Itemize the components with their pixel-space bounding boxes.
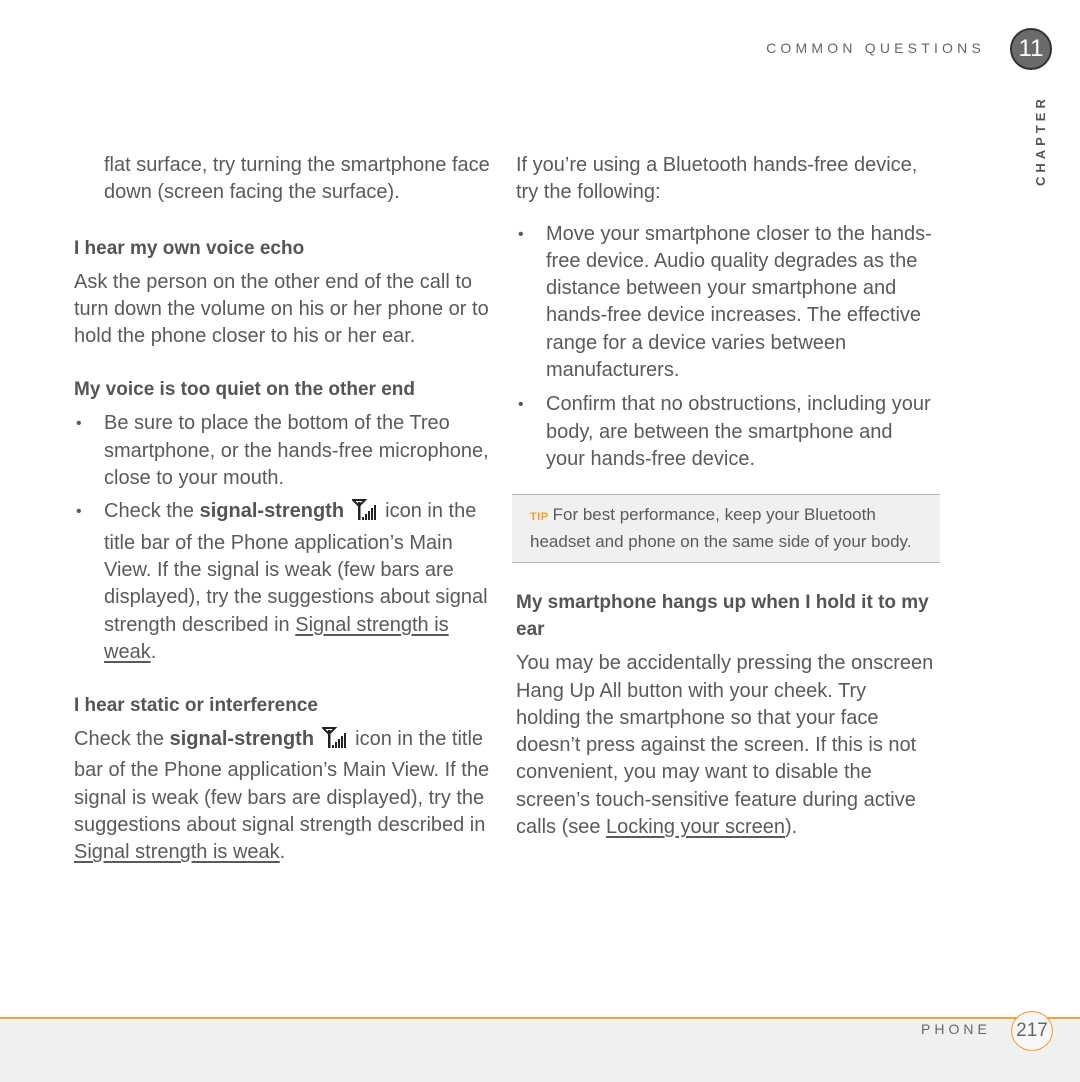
signal-strength-icon — [350, 499, 378, 529]
bullet-dot: • — [518, 396, 524, 414]
bold-term: signal-strength — [169, 728, 315, 751]
tip-text: For best performance, keep your Bluetoot… — [530, 505, 912, 551]
bullet-prefix: Check the — [104, 500, 200, 523]
heading-static: I hear static or interference — [74, 695, 318, 717]
paragraph-hangs-up: You may be accidentally pressing the ons… — [516, 650, 936, 841]
paragraph-suffix: . — [279, 841, 286, 864]
link-locking-your-screen[interactable]: Locking your screen — [606, 816, 785, 838]
list-item: • Move your smartphone closer to the han… — [516, 221, 936, 385]
heading-voice-quiet: My voice is too quiet on the other end — [74, 379, 415, 401]
section-title: COMMON QUESTIONS — [766, 40, 985, 56]
list-item: • Check the signal-strength icon in the … — [74, 498, 494, 666]
heading-hangs-up: My smartphone hangs up when I hold it to… — [516, 592, 929, 641]
right-column: If you’re using a Bluetooth hands-free d… — [512, 152, 940, 841]
bullet-dot: • — [518, 225, 524, 243]
paragraph-suffix: ). — [785, 816, 798, 839]
heading-voice-echo: I hear my own voice echo — [74, 237, 305, 259]
signal-strength-icon — [320, 727, 348, 757]
paragraph-prefix: Check the — [74, 728, 170, 751]
chapter-label: CHAPTER — [1033, 95, 1048, 186]
footer-bar — [0, 1017, 1080, 1082]
bluetooth-intro: If you’re using a Bluetooth hands-free d… — [516, 154, 918, 204]
bullet-suffix: . — [150, 640, 157, 663]
bullet-text: Move your smartphone closer to the hands… — [546, 222, 932, 382]
tip-box: TIP For best performance, keep your Bluet… — [512, 494, 940, 564]
bullet-text: Confirm that no obstructions, including … — [546, 393, 931, 470]
bullet-dot: • — [76, 503, 82, 521]
list-item: • Confirm that no obstructions, includin… — [516, 391, 936, 473]
list-item: • Be sure to place the bottom of the Tre… — [74, 410, 494, 492]
bullet-dot: • — [76, 415, 82, 433]
link-signal-strength-weak[interactable]: Signal strength is weak — [74, 841, 280, 863]
intro-continuation: flat surface, try turning the smartphone… — [104, 154, 490, 204]
left-column: flat surface, try turning the smartphone… — [74, 152, 494, 867]
paragraph-static: Check the signal-strength icon in the ti… — [74, 726, 494, 866]
paragraph-voice-echo: Ask the person on the other end of the c… — [74, 270, 489, 348]
paragraph-body: You may be accidentally pressing the ons… — [516, 652, 934, 839]
bullet-text: Be sure to place the bottom of the Treo … — [104, 412, 489, 490]
tip-label: TIP — [530, 511, 549, 524]
bold-term: signal-strength — [199, 500, 345, 523]
chapter-number-badge: 11 — [1010, 28, 1052, 70]
page-number: 217 — [1011, 1011, 1053, 1051]
footer-section-label: PHONE — [921, 1021, 991, 1037]
